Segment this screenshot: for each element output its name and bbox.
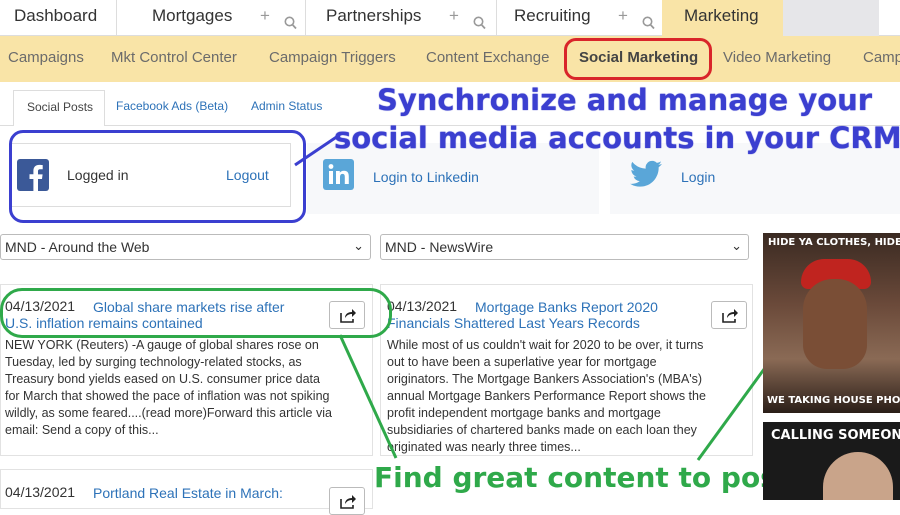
- add-mortgage-icon[interactable]: +: [260, 0, 270, 32]
- tab-admin-status[interactable]: Admin Status: [251, 99, 322, 113]
- linkedin-login-link[interactable]: Login to Linkedin: [373, 169, 479, 185]
- tab-recruiting[interactable]: Recruiting +: [514, 0, 662, 36]
- meme-ad-image[interactable]: CALLING SOMEONE: [763, 422, 900, 500]
- feed-select-left-value: MND - Around the Web: [5, 239, 150, 255]
- ad-caption-top: HIDE YA CLOTHES, HIDE YA: [768, 237, 900, 248]
- excerpt-line: for March that showed the pace of inflat…: [5, 389, 330, 403]
- overlay-headline-line2: social media accounts in your CRM!: [334, 121, 900, 155]
- ad-graphic: [823, 452, 893, 500]
- tab-dashboard-label: Dashboard: [14, 6, 98, 25]
- chevron-down-icon: ⌄: [731, 238, 742, 253]
- excerpt-line: email: Send a copy of this...: [5, 423, 159, 437]
- tab-divider: [496, 0, 497, 36]
- twitter-icon: [630, 160, 662, 193]
- add-recruit-icon[interactable]: +: [618, 0, 628, 32]
- ad-caption-top: CALLING SOMEONE: [771, 428, 900, 443]
- module-tab-bar: Dashboard Mortgages + Partnerships + Rec…: [0, 0, 900, 36]
- tab-partnerships[interactable]: Partnerships +: [326, 0, 496, 36]
- highlight-oval-red: [564, 38, 712, 80]
- ad-caption-bottom: WE TAKING HOUSE PHOTOS: [767, 395, 900, 406]
- tab-marketing[interactable]: Marketing: [662, 0, 783, 36]
- ad-graphic: [803, 279, 867, 369]
- share-button[interactable]: [711, 301, 747, 329]
- excerpt-line: wildly, as some feared....(read more)For…: [5, 406, 332, 420]
- green-connector-lines: [338, 334, 780, 461]
- blue-connector-line: [294, 134, 339, 167]
- subnav-video-marketing[interactable]: Video Marketing: [723, 49, 831, 66]
- excerpt-line: Treasury bond yields eased on U.S. consu…: [5, 372, 320, 386]
- tab-recruiting-label: Recruiting: [514, 6, 591, 25]
- tab-social-posts[interactable]: Social Posts: [13, 90, 105, 126]
- article-title-line1[interactable]: Mortgage Banks Report 2020: [475, 299, 658, 315]
- share-icon: [340, 495, 356, 509]
- tab-marketing-label: Marketing: [684, 6, 759, 25]
- subnav-campaigns-more[interactable]: Camp: [863, 49, 900, 66]
- subnav-content-exchange[interactable]: Content Exchange: [426, 49, 549, 66]
- tab-mortgages-label: Mortgages: [152, 6, 233, 25]
- overlay-headline-line1: Synchronize and manage your: [377, 83, 873, 117]
- article-date: 04/13/2021: [387, 298, 458, 314]
- subnav-campaigns[interactable]: Campaigns: [8, 49, 84, 66]
- share-button[interactable]: [329, 487, 365, 515]
- share-icon: [722, 309, 738, 323]
- article-card: 04/13/2021 Portland Real Estate in March…: [0, 469, 373, 515]
- chevron-down-icon: ⌄: [353, 238, 364, 253]
- tab-partnerships-label: Partnerships: [326, 6, 422, 25]
- add-partnership-icon[interactable]: +: [449, 0, 459, 32]
- feed-select-left[interactable]: MND - Around the Web ⌄: [0, 234, 371, 260]
- twitter-login-link[interactable]: Login: [681, 169, 715, 185]
- tab-divider: [305, 0, 306, 36]
- tab-social-posts-label: Social Posts: [27, 100, 94, 114]
- article-excerpt: NEW YORK (Reuters) -A gauge of global sh…: [5, 337, 332, 439]
- marketing-subnav: Campaigns Mkt Control Center Campaign Tr…: [0, 36, 900, 82]
- tab-facebook-ads[interactable]: Facebook Ads (Beta): [116, 99, 228, 113]
- meme-ad-image[interactable]: HIDE YA CLOTHES, HIDE YA WE TAKING HOUSE…: [763, 233, 900, 413]
- article-title-line1[interactable]: Portland Real Estate in March:: [93, 485, 283, 501]
- excerpt-line: NEW YORK (Reuters) -A gauge of global sh…: [5, 338, 319, 352]
- tab-divider: [116, 0, 117, 36]
- subnav-campaign-triggers[interactable]: Campaign Triggers: [269, 49, 396, 66]
- feed-select-right[interactable]: MND - NewsWire ⌄: [380, 234, 749, 260]
- overlay-find-content: Find great content to post: [374, 461, 791, 494]
- subnav-mkt-control-center[interactable]: Mkt Control Center: [111, 49, 237, 66]
- tab-mortgages[interactable]: Mortgages +: [152, 0, 302, 36]
- excerpt-line: Tuesday, led by surging technology-relat…: [5, 355, 302, 369]
- article-title-line2[interactable]: Financials Shattered Last Years Records: [387, 315, 640, 331]
- article-date: 04/13/2021: [5, 484, 76, 500]
- feed-select-right-value: MND - NewsWire: [385, 239, 494, 255]
- highlight-box-blue: [9, 130, 306, 223]
- tab-empty: [783, 0, 879, 36]
